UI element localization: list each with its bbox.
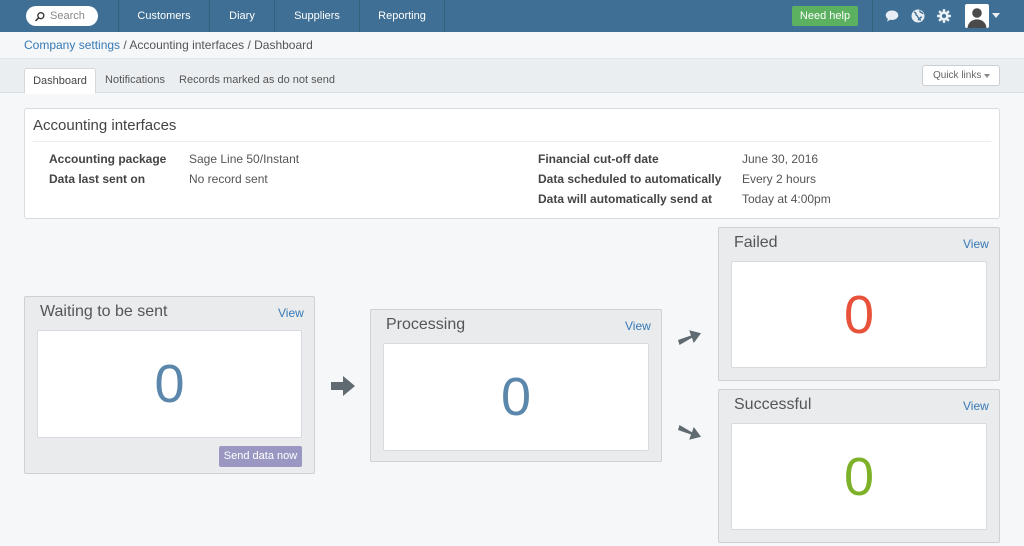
failed-count: 0	[843, 284, 875, 345]
user-avatar-icon	[967, 8, 987, 28]
chevron-down-icon	[984, 74, 990, 78]
tab-bar: Dashboard Notifications Records marked a…	[0, 58, 1024, 94]
count-panel: 0	[37, 330, 302, 438]
processing-card: Processing View 0	[370, 309, 662, 462]
nav-divider	[872, 0, 873, 32]
arrow-up-right-icon	[678, 330, 701, 345]
search-input[interactable]	[50, 10, 98, 22]
tab-notifications[interactable]: Notifications	[98, 68, 172, 94]
search-box[interactable]	[26, 6, 98, 26]
failed-card: Failed View 0	[718, 227, 1000, 381]
count-panel: 0	[383, 343, 649, 451]
financial-cutoff-value: June 30, 2016	[742, 152, 819, 166]
accounting-interfaces-panel: Accounting interfaces Accounting package…	[24, 108, 1000, 219]
nav-item-reporting[interactable]: Reporting	[360, 0, 444, 32]
successful-count: 0	[843, 446, 875, 507]
view-successful-link[interactable]: View	[963, 399, 989, 413]
panel-title: Accounting interfaces	[33, 117, 177, 134]
nav-item-suppliers[interactable]: Suppliers	[275, 0, 359, 32]
data-last-sent-label: Data last sent on	[49, 172, 146, 186]
tab-dashboard[interactable]: Dashboard	[24, 68, 96, 94]
data-last-sent-value: No record sent	[189, 172, 268, 186]
financial-cutoff-label: Financial cut-off date	[538, 152, 659, 166]
need-help-button[interactable]: Need help	[792, 6, 858, 26]
waiting-count: 0	[154, 354, 185, 414]
gear-icon[interactable]	[936, 8, 952, 24]
waiting-to-be-sent-card: Waiting to be sent View 0 Send data now	[24, 296, 315, 474]
chevron-down-icon[interactable]	[992, 13, 1000, 18]
card-title: Waiting to be sent	[40, 303, 168, 320]
card-title: Successful	[734, 396, 812, 413]
auto-send-time-value: Today at 4:00pm	[742, 192, 831, 206]
data-scheduled-value: Every 2 hours	[742, 172, 817, 186]
globe-icon[interactable]	[910, 8, 926, 24]
view-failed-link[interactable]: View	[963, 237, 989, 251]
successful-card: Successful View 0	[718, 389, 1000, 543]
card-title: Failed	[734, 234, 778, 251]
breadcrumb: Company settings / Accounting interfaces…	[0, 32, 1024, 58]
auto-send-time-label: Data will automatically send at	[538, 192, 713, 206]
divider	[33, 141, 991, 142]
tab-records-do-not-send[interactable]: Records marked as do not send	[176, 68, 338, 94]
breadcrumb-company-settings[interactable]: Company settings	[24, 38, 120, 52]
breadcrumb-trail: / Accounting interfaces / Dashboard	[120, 38, 313, 52]
accounting-package-label: Accounting package	[49, 152, 167, 166]
count-panel: 0	[731, 423, 987, 530]
accounting-package-value: Sage Line 50/Instant	[189, 152, 300, 166]
nav-divider	[444, 0, 445, 32]
nav-item-customers[interactable]: Customers	[119, 0, 209, 32]
quick-links-dropdown[interactable]: Quick links	[922, 65, 1000, 86]
count-panel: 0	[731, 261, 987, 368]
send-data-now-button[interactable]: Send data now	[219, 446, 302, 467]
top-navigation-bar: Customers Diary Suppliers Reporting Need…	[0, 0, 1024, 32]
arrow-right-icon	[331, 376, 355, 396]
view-waiting-link[interactable]: View	[278, 306, 304, 320]
data-scheduled-label: Data scheduled to automatically	[538, 172, 722, 186]
user-avatar[interactable]	[965, 4, 989, 28]
nav-item-diary[interactable]: Diary	[210, 0, 274, 32]
processing-count: 0	[500, 367, 532, 427]
view-processing-link[interactable]: View	[625, 319, 651, 333]
card-title: Processing	[386, 316, 466, 333]
search-icon	[35, 11, 45, 21]
quick-links-label: Quick links	[933, 70, 982, 81]
chat-icon[interactable]	[884, 8, 900, 24]
arrow-down-right-icon	[678, 425, 701, 440]
